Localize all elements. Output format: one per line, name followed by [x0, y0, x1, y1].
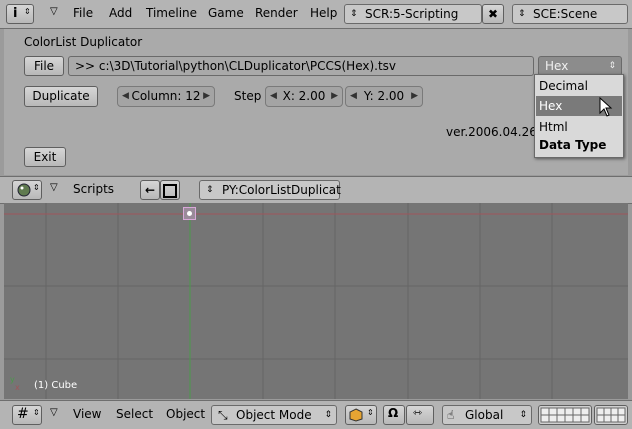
pivot-options-button[interactable]: ⇿ — [406, 405, 434, 425]
menu-file[interactable]: File — [73, 6, 93, 20]
hand-icon: ☝ — [447, 408, 455, 422]
grid-icon: # — [17, 406, 29, 422]
collapse-menu-icon[interactable]: ▽ — [50, 407, 58, 418]
3d-viewport[interactable]: y x (1) Cube — [4, 203, 628, 399]
dropdown-item-hex: Hex — [539, 99, 563, 113]
window-button[interactable] — [160, 180, 180, 200]
selector-arrows-icon: ⇕ — [519, 410, 527, 420]
column-value: Column: 12 — [131, 89, 201, 103]
top-header-bar: i ⇕ ▽ File Add Timeline Game Render Help… — [0, 0, 632, 29]
data-type-select[interactable]: Hex ⇕ — [538, 56, 622, 76]
decrement-icon[interactable]: ◀ — [350, 87, 357, 105]
decrement-icon[interactable]: ◀ — [270, 87, 277, 105]
path-field[interactable]: >> c:\3D\Tutorial\python\CLDuplicator\PC… — [68, 56, 534, 76]
arrow-down-icon: ⇕ — [24, 7, 31, 16]
axis-x-label: x — [15, 383, 20, 392]
increment-icon[interactable]: ▶ — [203, 87, 210, 105]
scene-selector[interactable]: ⇕ SCE:Scene — [512, 4, 628, 24]
arrow-down-icon: ⇕ — [367, 408, 374, 417]
menu-render[interactable]: Render — [255, 6, 298, 20]
column-number-field[interactable]: ◀ Column: 12 ▶ — [117, 86, 215, 107]
version-text: ver.2006.04.26( — [446, 125, 542, 139]
window-type-button[interactable]: ⇕ — [12, 180, 42, 200]
exit-button[interactable]: Exit — [24, 147, 66, 167]
dropdown-item-html[interactable]: Html — [539, 120, 568, 134]
active-object-label: (1) Cube — [34, 380, 78, 391]
selector-arrows-icon: ⇕ — [518, 9, 526, 19]
script-selector[interactable]: ⇕ PY:ColorListDuplicat — [199, 180, 341, 200]
draw-type-button[interactable]: ⇕ — [345, 405, 377, 425]
pivot-button[interactable]: Ω — [383, 405, 405, 425]
mode-value: Object Mode — [236, 408, 312, 422]
mode-selector[interactable]: ⤡ Object Mode ⇕ — [211, 405, 337, 425]
magnet-icon: Ω — [388, 406, 399, 420]
info-window-type-button[interactable]: i ⇕ — [6, 4, 34, 24]
window-icon — [163, 184, 177, 198]
3d-view-header-bar: # ⇕ ▽ View Select Object ⤡ Object Mode ⇕… — [0, 400, 632, 429]
selector-arrows-icon: ⇕ — [324, 410, 332, 420]
collapse-menu-icon[interactable]: ▽ — [50, 6, 58, 17]
step-y-value: Y: 2.00 — [363, 89, 405, 103]
menu-select[interactable]: Select — [116, 407, 153, 421]
mouse-cursor-icon — [599, 97, 613, 117]
arrow-down-icon: ⇕ — [33, 183, 40, 192]
close-icon: ✖ — [487, 7, 499, 21]
step-x-field[interactable]: ◀ X: 2.00 ▶ — [265, 86, 343, 107]
selector-arrows-icon: ⇕ — [206, 185, 214, 195]
menu-add[interactable]: Add — [109, 6, 132, 20]
cube-object-center[interactable] — [183, 207, 196, 220]
viewport-grid — [4, 203, 628, 399]
duplicate-button[interactable]: Duplicate — [24, 86, 98, 107]
menu-help[interactable]: Help — [310, 6, 337, 20]
delete-screen-button[interactable]: ✖ — [482, 4, 504, 24]
python-icon — [17, 183, 31, 197]
layers-icon — [540, 407, 590, 423]
increment-icon[interactable]: ▶ — [331, 87, 338, 105]
orientation-selector[interactable]: ☝ Global ⇕ — [442, 405, 532, 425]
menu-scripts[interactable]: Scripts — [73, 182, 114, 196]
decrement-icon[interactable]: ◀ — [122, 87, 129, 105]
select-arrows-icon: ⇕ — [608, 61, 616, 71]
arrow-down-icon: ⇕ — [33, 408, 40, 417]
panel-title: ColorList Duplicator — [24, 35, 143, 49]
layers-button[interactable] — [538, 405, 592, 425]
orientation-value: Global — [465, 408, 504, 422]
step-y-field[interactable]: ◀ Y: 2.00 ▶ — [345, 86, 423, 107]
collapse-menu-icon[interactable]: ▽ — [50, 182, 58, 193]
selector-arrows-icon: ⇕ — [350, 9, 358, 19]
cube-icon — [349, 408, 363, 422]
arrow-left-icon: ← — [144, 183, 156, 197]
info-icon: i — [13, 6, 18, 21]
data-type-dropdown: Decimal Hex Html Data Type — [534, 74, 624, 158]
cursor-icon: ⇿ — [413, 406, 423, 419]
data-type-value: Hex — [545, 59, 569, 73]
back-button[interactable]: ← — [140, 180, 160, 200]
scene-name: SCE:Scene — [533, 7, 598, 21]
screen-selector[interactable]: ⇕ SCR:5-Scripting — [344, 4, 482, 24]
dropdown-title: Data Type — [539, 138, 607, 152]
layers-button-2[interactable] — [594, 405, 628, 425]
menu-object[interactable]: Object — [166, 407, 205, 421]
increment-icon[interactable]: ▶ — [411, 87, 418, 105]
file-button[interactable]: File — [24, 56, 64, 76]
screen-name: SCR:5-Scripting — [365, 7, 459, 21]
menu-game[interactable]: Game — [208, 6, 244, 20]
step-label: Step — [234, 89, 262, 103]
dropdown-item-decimal[interactable]: Decimal — [539, 79, 588, 93]
menu-timeline[interactable]: Timeline — [146, 6, 197, 20]
window-type-button[interactable]: # ⇕ — [12, 405, 42, 425]
script-name: PY:ColorListDuplicat — [222, 183, 341, 197]
script-header-bar: ⇕ ▽ Scripts ← ⇕ PY:ColorListDuplicat — [0, 176, 632, 204]
layers-icon — [596, 407, 626, 423]
step-x-value: X: 2.00 — [282, 89, 326, 103]
path-value: >> c:\3D\Tutorial\python\CLDuplicator\PC… — [75, 59, 397, 73]
menu-view[interactable]: View — [73, 407, 101, 421]
mode-icon: ⤡ — [218, 408, 228, 422]
